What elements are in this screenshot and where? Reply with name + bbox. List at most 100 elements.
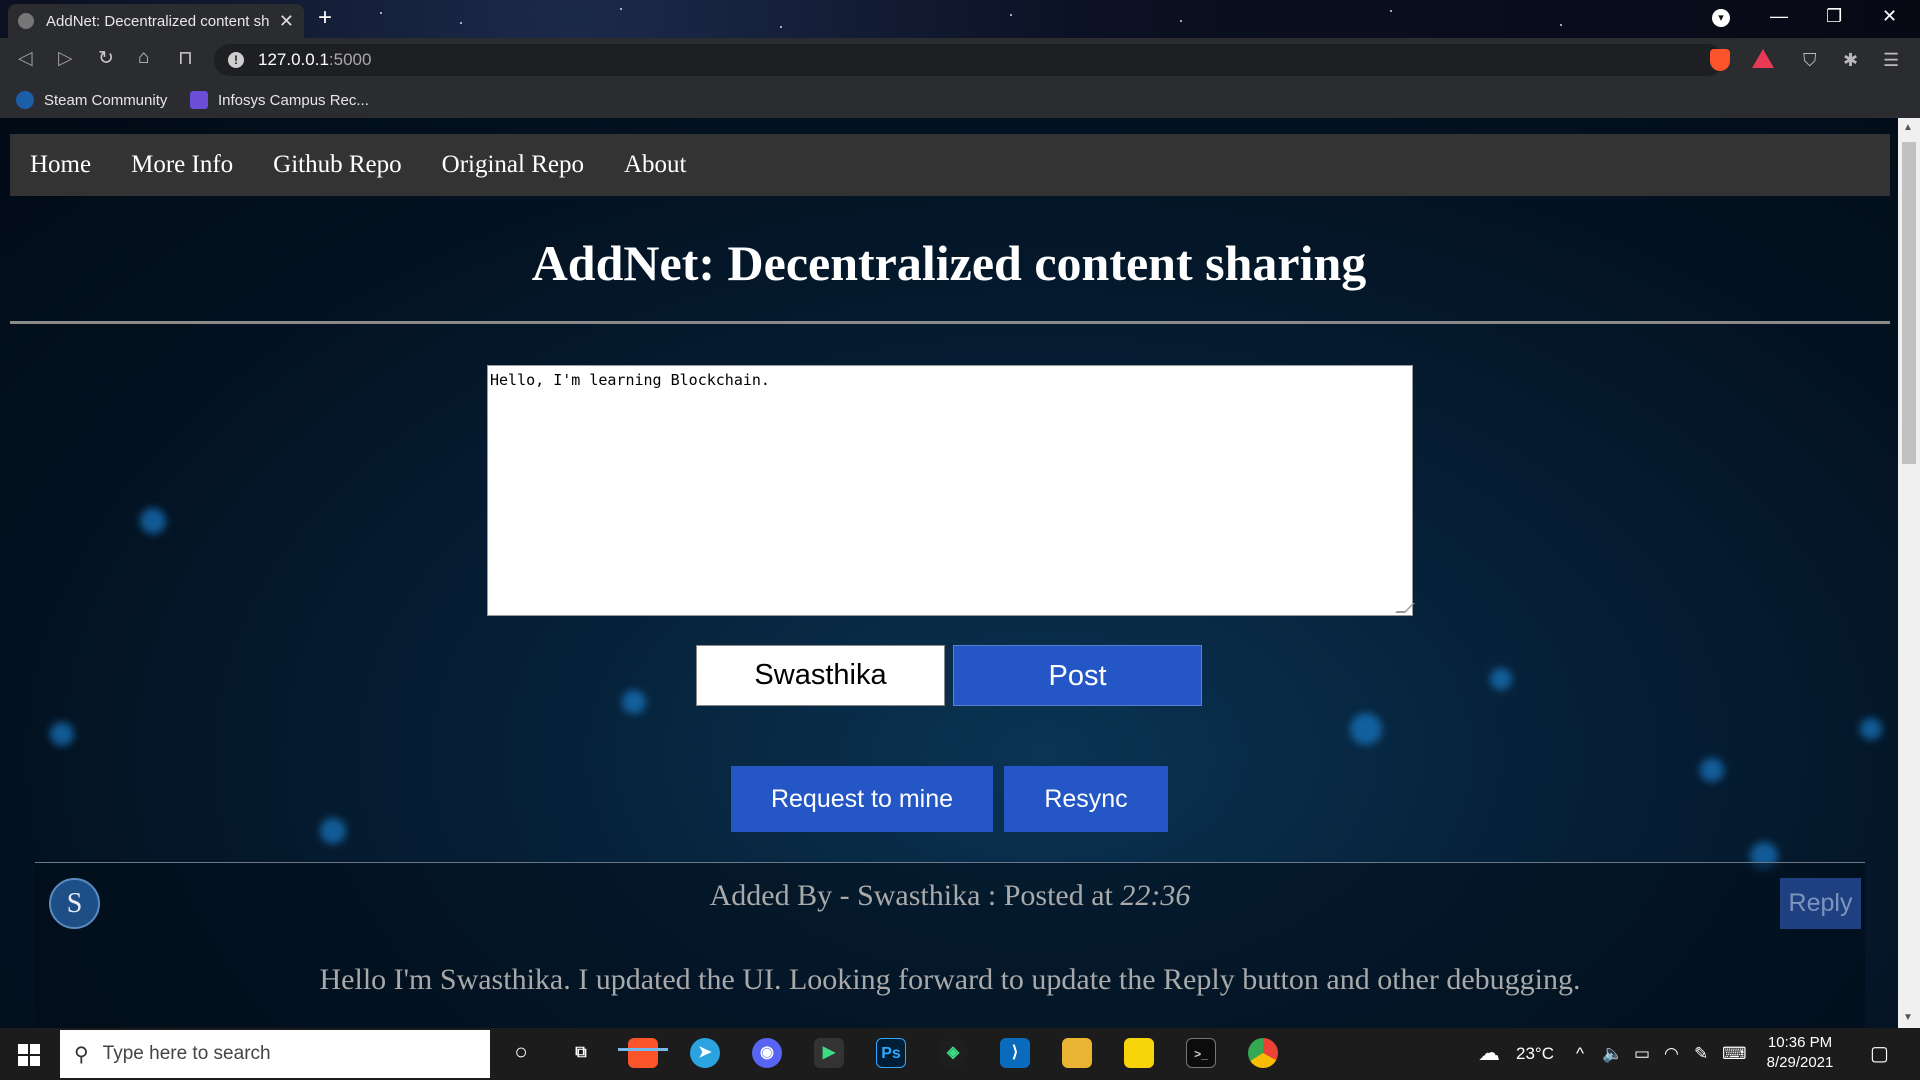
decor-glow bbox=[1700, 758, 1724, 782]
sticky-notes-icon[interactable] bbox=[1124, 1038, 1154, 1068]
clock-date: 8/29/2021 bbox=[1766, 1054, 1834, 1071]
decor-star bbox=[1560, 24, 1562, 26]
decor-glow bbox=[1490, 668, 1512, 690]
scrollbar-thumb[interactable] bbox=[1902, 142, 1916, 464]
tab-title: AddNet: Decentralized content sh bbox=[46, 12, 270, 30]
bookmark-label: Infosys Campus Rec... bbox=[218, 91, 369, 109]
post-card: S Added By - Swasthika : Posted at 22:36… bbox=[35, 862, 1865, 1028]
url-port: :5000 bbox=[328, 50, 372, 69]
restore-icon[interactable]: ❐ bbox=[1826, 6, 1842, 27]
bookmark-label: Steam Community bbox=[44, 91, 168, 109]
reload-icon[interactable]: ↻ bbox=[98, 47, 114, 70]
list-icon bbox=[190, 91, 208, 109]
search-placeholder: Type here to search bbox=[102, 1043, 271, 1064]
url-host: 127.0.0.1 bbox=[258, 50, 329, 69]
page-scrollbar[interactable]: ▲ ▼ bbox=[1898, 118, 1920, 1028]
decor-star bbox=[1390, 10, 1392, 12]
reply-button[interactable]: Reply bbox=[1780, 878, 1861, 929]
android-studio-icon[interactable]: ◈ bbox=[938, 1038, 968, 1068]
page-title: AddNet: Decentralized content sharing bbox=[531, 235, 1367, 291]
bookmark-steam[interactable]: Steam Community bbox=[16, 91, 167, 109]
decor-glow bbox=[140, 508, 166, 534]
volume-icon[interactable]: 🔈 bbox=[1602, 1044, 1623, 1064]
site-navbar: Home More Info Github Repo Original Repo… bbox=[10, 134, 1890, 196]
decor-glow bbox=[50, 722, 74, 746]
close-tab-icon[interactable]: ✕ bbox=[279, 11, 294, 32]
home-icon[interactable]: ⌂ bbox=[138, 47, 149, 69]
decor-star bbox=[460, 22, 462, 24]
resize-handle-icon[interactable] bbox=[1395, 603, 1415, 613]
page-favicon-icon bbox=[18, 13, 34, 29]
post-meta: Added By - Swasthika : Posted at 22:36 bbox=[35, 879, 1865, 913]
post-body: Hello I'm Swasthika. I updated the UI. L… bbox=[319, 963, 1581, 996]
content-textarea[interactable]: Hello, I'm learning Blockchain. bbox=[487, 365, 1415, 616]
decor-star bbox=[1180, 20, 1182, 22]
notifications-icon[interactable]: ▢ bbox=[1870, 1041, 1889, 1066]
minimize-icon[interactable]: — bbox=[1770, 6, 1788, 27]
weather-icon[interactable]: ☁ bbox=[1478, 1040, 1500, 1066]
browser-titlebar: AddNet: Decentralized content sh ✕ + ▾ —… bbox=[0, 0, 1920, 38]
bookmarks-bar: Steam Community Infosys Campus Rec... bbox=[0, 82, 1920, 118]
browser-tab-active[interactable]: AddNet: Decentralized content sh ✕ bbox=[8, 4, 304, 38]
discord-icon[interactable]: ◉ bbox=[752, 1038, 782, 1068]
new-tab-icon[interactable]: + bbox=[318, 4, 332, 32]
scroll-up-icon[interactable]: ▲ bbox=[1903, 122, 1913, 133]
decor-star bbox=[1010, 14, 1012, 16]
tray-chevron-icon[interactable]: ^ bbox=[1576, 1044, 1584, 1064]
nav-about[interactable]: About bbox=[624, 151, 687, 179]
nav-more-info[interactable]: More Info bbox=[131, 151, 233, 179]
chrome-icon[interactable] bbox=[1248, 1038, 1278, 1068]
author-name-input[interactable]: Swasthika bbox=[696, 645, 945, 706]
forward-icon[interactable]: ▷ bbox=[58, 47, 73, 70]
cortana-icon[interactable]: ○ bbox=[506, 1038, 536, 1068]
nav-github-repo[interactable]: Github Repo bbox=[273, 151, 401, 179]
pen-icon[interactable]: ✎ bbox=[1694, 1044, 1708, 1064]
clock-time: 10:36 PM bbox=[1767, 1034, 1833, 1051]
address-bar[interactable]: ! 127.0.0.1:5000 bbox=[214, 44, 1724, 76]
post-button[interactable]: Post bbox=[953, 645, 1202, 706]
telegram-icon[interactable]: ➤ bbox=[690, 1038, 720, 1068]
decor-glow bbox=[1350, 713, 1382, 745]
decor-star bbox=[620, 8, 622, 10]
vscode-icon[interactable]: ⟩ bbox=[1000, 1038, 1030, 1068]
scroll-down-icon[interactable]: ▼ bbox=[1903, 1012, 1913, 1023]
task-view-icon[interactable]: ⧉ bbox=[566, 1038, 596, 1068]
brave-shields-icon[interactable] bbox=[1710, 49, 1730, 71]
nav-original-repo[interactable]: Original Repo bbox=[442, 151, 584, 179]
search-icon: ⚲ bbox=[74, 1043, 89, 1066]
site-info-icon[interactable]: ! bbox=[228, 52, 244, 68]
extensions-puzzle-icon[interactable]: ✱ bbox=[1843, 50, 1858, 71]
post-meta-author: Added By - Swasthika : Posted at bbox=[709, 879, 1121, 912]
page-viewport: Home More Info Github Repo Original Repo… bbox=[0, 118, 1898, 1028]
menu-icon[interactable]: ☰ bbox=[1883, 50, 1899, 71]
steam-icon bbox=[16, 91, 34, 109]
request-to-mine-button[interactable]: Request to mine bbox=[731, 766, 993, 832]
weather-temp[interactable]: 23°C bbox=[1516, 1044, 1554, 1064]
terminal-icon[interactable]: >_ bbox=[1186, 1038, 1216, 1068]
keyboard-icon[interactable]: ⌨ bbox=[1722, 1044, 1747, 1064]
decor-glow bbox=[1860, 718, 1882, 740]
bookmark-icon[interactable]: ⊓ bbox=[178, 47, 193, 70]
jetbrains-icon[interactable]: ▶ bbox=[814, 1038, 844, 1068]
battery-icon[interactable]: ▭ bbox=[1634, 1044, 1650, 1064]
tab-search-icon[interactable]: ▾ bbox=[1712, 9, 1730, 27]
file-explorer-icon[interactable] bbox=[1062, 1038, 1092, 1068]
decor-star bbox=[380, 12, 382, 14]
bookmark-infosys[interactable]: Infosys Campus Rec... bbox=[190, 91, 369, 109]
windows-start-icon[interactable] bbox=[18, 1044, 40, 1066]
brave-browser-icon[interactable] bbox=[628, 1038, 658, 1068]
back-icon[interactable]: ◁ bbox=[18, 47, 33, 70]
brave-rewards-icon[interactable] bbox=[1752, 49, 1774, 68]
resync-button[interactable]: Resync bbox=[1004, 766, 1168, 832]
taskbar-search-input[interactable]: ⚲ Type here to search bbox=[60, 1030, 490, 1078]
windows-taskbar: ⚲ Type here to search ○ ⧉ ➤ ◉ ▶ Ps ◈ ⟩ >… bbox=[0, 1028, 1920, 1080]
shield-extension-icon[interactable]: ⛉ bbox=[1803, 50, 1817, 71]
window-close-icon[interactable]: ✕ bbox=[1882, 6, 1897, 27]
taskbar-clock[interactable]: 10:36 PM 8/29/2021 bbox=[1752, 1033, 1848, 1073]
heading-divider bbox=[10, 321, 1890, 324]
wifi-icon[interactable]: ◠ bbox=[1664, 1044, 1679, 1064]
photoshop-icon[interactable]: Ps bbox=[876, 1038, 906, 1068]
content-textarea-value: Hello, I'm learning Blockchain. bbox=[490, 371, 770, 389]
nav-home[interactable]: Home bbox=[30, 151, 91, 179]
browser-toolbar: ◁ ▷ ↻ ⌂ ⊓ ! 127.0.0.1:5000 bbox=[0, 38, 1920, 82]
